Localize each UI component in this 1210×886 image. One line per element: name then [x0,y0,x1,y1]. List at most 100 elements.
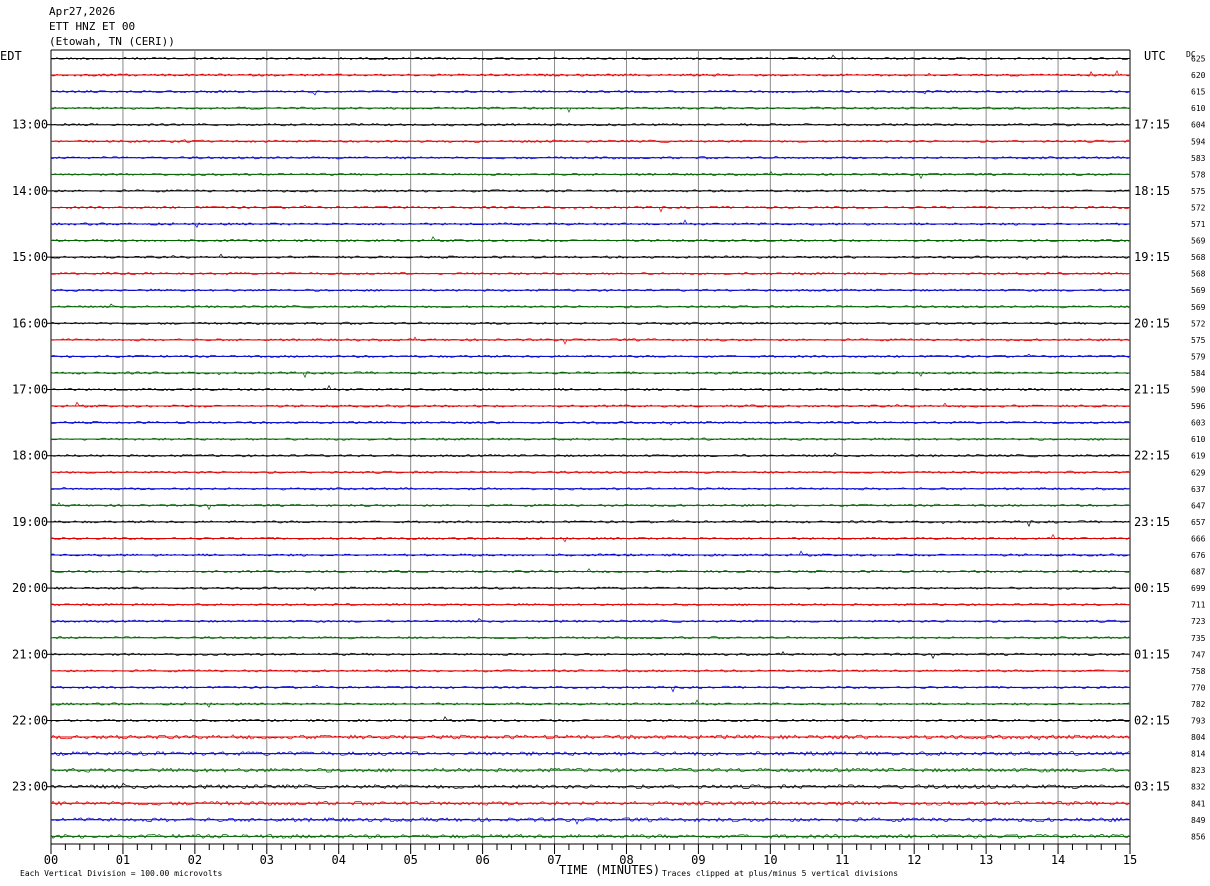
dc-offset-label: 569 [1191,303,1206,312]
dc-offset-label: 711 [1191,601,1206,610]
utc-hour-label: 19:15 [1134,250,1170,264]
edt-hour-label: 21:00 [12,647,48,661]
seismic-trace-10 [50,204,1130,213]
utc-hour-label: 22:15 [1134,449,1170,463]
utc-hour-label: 23:15 [1134,515,1170,529]
edt-hour-label: 14:00 [12,184,48,198]
dc-offset-label: 575 [1191,336,1206,345]
time-tick-label: 11 [835,853,849,867]
seismic-trace-23 [51,420,1129,426]
dc-offset-label: 832 [1191,783,1206,792]
seismic-trace-33 [50,586,1130,592]
seismic-trace-17 [50,321,1130,325]
edt-hour-label: 16:00 [12,316,48,330]
time-tick-label: 02 [188,853,202,867]
time-tick-label: 06 [475,853,489,867]
dc-offset-label: 625 [1191,55,1206,64]
time-tick-label: 15 [1123,853,1137,867]
dc-offset-label: 793 [1191,717,1206,726]
seismic-trace-45 [50,782,1130,790]
time-tick-label: 05 [403,853,417,867]
dc-offset-label: 666 [1191,534,1206,543]
dc-offset-label: 610 [1191,435,1206,444]
dc-offset-label: 610 [1191,104,1206,113]
seismic-trace-25 [50,452,1130,458]
seismic-trace-35 [50,617,1130,623]
time-tick-label: 14 [1051,853,1065,867]
seismic-trace-1 [50,54,1130,61]
dc-offset-label: 620 [1191,71,1206,80]
edt-hour-label: 17:00 [12,383,48,397]
dc-offset-label: 603 [1191,419,1206,428]
utc-hour-label: 01:15 [1134,647,1170,661]
dc-offset-label: 629 [1191,468,1206,477]
seismic-trace-18 [50,336,1130,345]
dc-offset-label: 823 [1191,766,1206,775]
dc-offset-label: 579 [1191,352,1206,361]
time-tick-label: 04 [332,853,346,867]
time-tick-label: 10 [763,853,777,867]
seismic-trace-8 [50,171,1130,180]
dc-offset-label: 569 [1191,286,1206,295]
utc-hour-label: 20:15 [1134,316,1170,330]
dc-offset-label: 569 [1191,237,1206,246]
seismic-trace-47 [50,817,1130,825]
dc-offset-label: 699 [1191,584,1206,593]
dc-offset-label: 590 [1191,386,1206,395]
seismic-trace-39 [50,684,1130,693]
edt-hour-label: 13:00 [12,118,48,132]
utc-hour-label: 18:15 [1134,184,1170,198]
dc-offset-label: 657 [1191,518,1206,527]
edt-hour-label: 15:00 [12,250,48,264]
time-tick-label: 03 [260,853,274,867]
edt-hour-label: 22:00 [12,714,48,728]
edt-axis-label: EDT [0,49,22,63]
seismic-trace-29 [50,519,1130,528]
time-tick-label: 00 [44,853,58,867]
seismic-trace-3 [50,89,1130,96]
utc-hour-label: 03:15 [1134,780,1170,794]
dc-offset-label: 575 [1191,187,1206,196]
dc-offset-label: 584 [1191,369,1206,378]
dc-offset-label: 735 [1191,634,1206,643]
edt-hour-label: 19:00 [12,515,48,529]
time-tick-label: 13 [979,853,993,867]
vertical-division-note: Each Vertical Division = 100.00 microvol… [20,869,222,878]
utc-hour-label: 02:15 [1134,714,1170,728]
seismic-trace-37 [50,651,1130,660]
time-tick-label: 12 [907,853,921,867]
dc-offset-label: 676 [1191,551,1206,560]
dc-offset-label: 583 [1191,154,1206,163]
dc-offset-label: 758 [1191,667,1206,676]
utc-axis-label: UTC [1144,49,1166,63]
dc-offset-label: 568 [1191,253,1206,262]
clip-note: Traces clipped at plus/minus 5 vertical … [662,869,898,878]
dc-offset-label: 687 [1191,568,1206,577]
seismic-trace-20 [50,371,1130,379]
dc-offset-label: 849 [1191,816,1206,825]
dc-offset-label: 856 [1191,832,1206,841]
dc-offset-label: 647 [1191,501,1206,510]
dc-offset-label: 572 [1191,203,1206,212]
dc-offset-label: 841 [1191,799,1206,808]
dc-offset-label: 604 [1191,121,1206,130]
seismic-trace-16 [50,303,1130,309]
dc-offset-label: 578 [1191,170,1206,179]
utc-hour-label: 17:15 [1134,118,1170,132]
seismic-trace-28 [50,502,1130,511]
dc-offset-label: 637 [1191,485,1206,494]
dc-offset-label: 747 [1191,650,1206,659]
edt-hour-label: 23:00 [12,780,48,794]
dc-offset-label: 615 [1191,88,1206,97]
utc-hour-label: 21:15 [1134,383,1170,397]
dc-offset-label: 804 [1191,733,1206,742]
dc-offset-label: 782 [1191,700,1206,709]
dc-offset-label: 568 [1191,270,1206,279]
edt-hour-label: 18:00 [12,449,48,463]
utc-hour-label: 00:15 [1134,581,1170,595]
seismic-trace-32 [50,568,1130,574]
time-tick-label: 01 [116,853,130,867]
time-tick-label: 09 [691,853,705,867]
seismic-trace-26 [50,470,1130,474]
dc-offset-label: 814 [1191,750,1206,759]
